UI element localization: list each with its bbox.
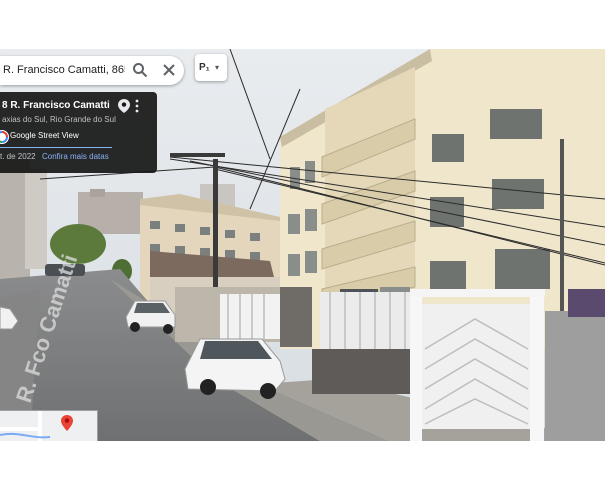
card-divider [0,147,112,148]
layer-toggle-button[interactable]: P₁ ▾ [195,54,227,81]
location-card: 8 R. Francisco Camatti axias do Sul, Rio… [0,92,157,173]
chevron-down-icon: ▾ [215,63,220,72]
google-street-view-icon [0,130,9,144]
search-input[interactable]: R. Francisco Camatti, 865 - Ma [3,64,125,76]
location-subtitle: axias do Sul, Rio Grande do Sul [2,115,116,124]
more-dates-link[interactable]: Confira mais datas [42,152,109,161]
capture-date: t. de 2022 [0,152,36,161]
search-box[interactable]: R. Francisco Camatti, 865 - Ma [0,56,184,85]
street-view-source: Google Street View [10,131,79,140]
street-view-frame[interactable]: R. Fco Camatti R. Francisco Camatti, 865… [0,49,605,441]
location-title: 8 R. Francisco Camatti [2,100,110,111]
layer-toggle-label: P₁ [199,62,210,73]
minimap[interactable] [0,410,98,441]
close-icon[interactable] [161,62,177,78]
location-pin-icon[interactable] [118,99,130,113]
wall-sign [568,289,605,317]
white-gate [410,289,545,441]
more-vert-icon[interactable] [134,99,140,113]
search-icon[interactable] [132,62,148,78]
page-bottom-area [0,441,605,487]
